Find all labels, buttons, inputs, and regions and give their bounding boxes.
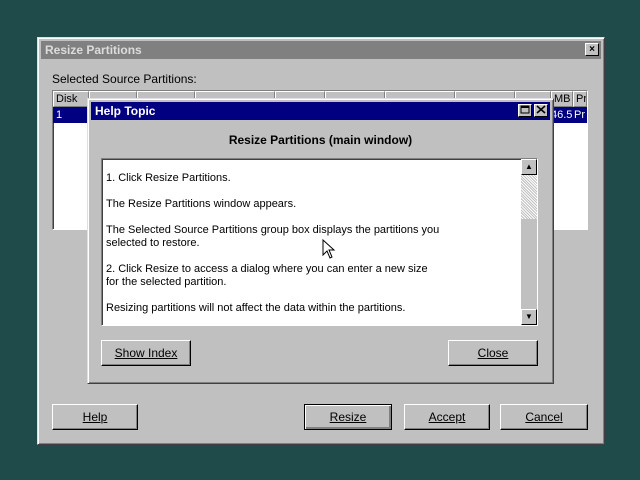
help-close-button[interactable]: [534, 104, 548, 117]
col-mb[interactable]: MB: [551, 91, 573, 107]
scroll-thumb[interactable]: [521, 175, 537, 219]
maximize-button[interactable]: [518, 104, 532, 117]
help-topic-dialog: Help Topic Resize Partitions (main windo…: [87, 98, 554, 384]
help-line-1: 1. Click Resize Partitions.: [106, 172, 231, 184]
help-line-7: Resizing partitions will not affect the …: [106, 302, 406, 314]
row-pr-cell[interactable]: Pr: [573, 107, 587, 123]
scroll-up-button[interactable]: ▲: [521, 159, 537, 175]
maximize-icon: [520, 105, 530, 114]
main-window-title: Resize Partitions: [45, 43, 142, 57]
help-heading: Resize Partitions (main window): [228, 133, 413, 147]
help-title-bar[interactable]: Help Topic: [91, 102, 550, 120]
main-close-button[interactable]: ×: [585, 43, 599, 56]
help-line-2: The Resize Partitions window appears.: [106, 198, 297, 210]
mouse-pointer-icon: [322, 239, 336, 259]
accept-button[interactable]: Accept: [404, 404, 490, 430]
scroll-track[interactable]: [521, 219, 537, 309]
selected-partitions-label: Selected Source Partitions:: [52, 72, 197, 86]
col-pr[interactable]: Pr: [573, 91, 587, 107]
help-line-3: The Selected Source Partitions group box…: [106, 224, 440, 236]
help-scrollbar[interactable]: ▲ ▼: [521, 159, 537, 325]
help-line-5: 2. Click Resize to access a dialog where…: [106, 263, 428, 275]
help-line-6: for the selected partition.: [106, 276, 227, 288]
resize-button[interactable]: Resize: [304, 404, 392, 430]
col-disk[interactable]: Disk: [53, 91, 89, 107]
help-close-text-button[interactable]: Close: [448, 340, 538, 366]
help-button[interactable]: Help: [52, 404, 138, 430]
row-mb-cell[interactable]: 46.5: [551, 107, 573, 123]
main-title-bar[interactable]: Resize Partitions ×: [41, 41, 601, 59]
help-text-area[interactable]: 1. Click Resize Partitions. The Resize P…: [101, 158, 538, 326]
show-index-button[interactable]: Show Index: [101, 340, 191, 366]
cancel-button[interactable]: Cancel: [500, 404, 588, 430]
help-line-4: selected to restore.: [106, 237, 200, 249]
close-icon: [536, 105, 546, 114]
help-dialog-title: Help Topic: [95, 104, 156, 118]
scroll-down-button[interactable]: ▼: [521, 309, 537, 325]
